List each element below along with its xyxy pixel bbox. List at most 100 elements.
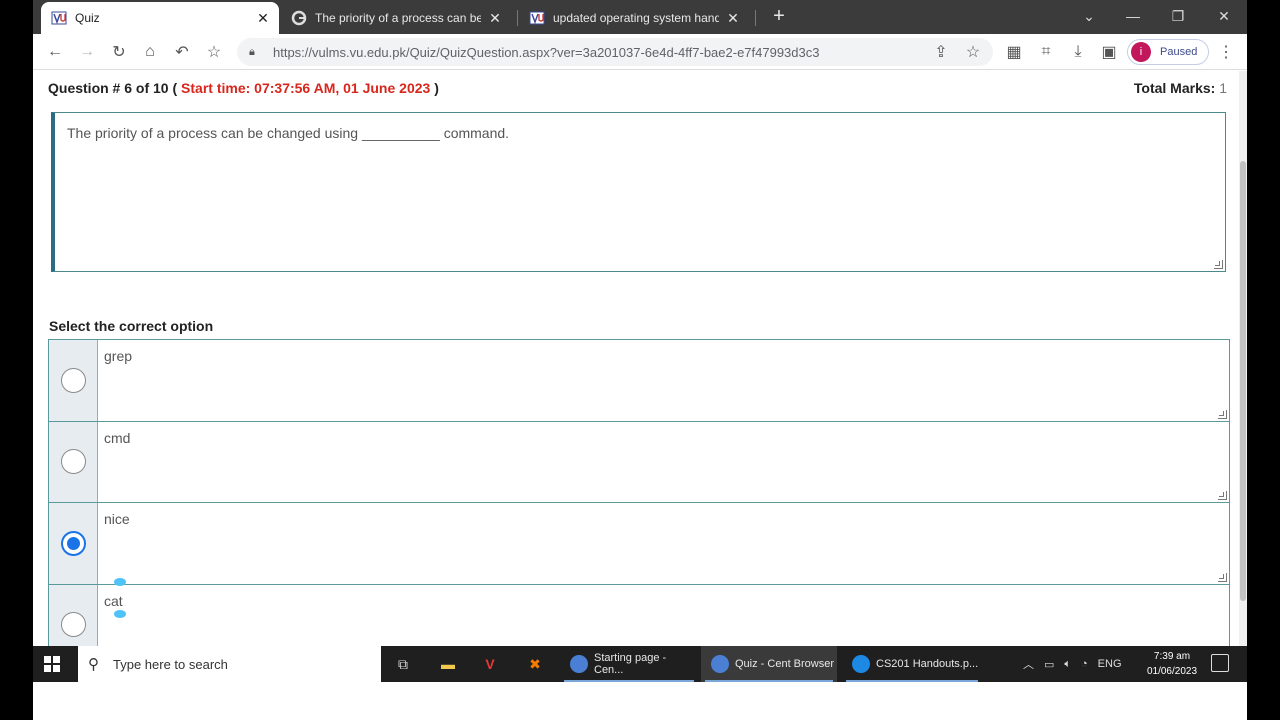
crop-icon[interactable]: ⌗ xyxy=(1034,40,1058,64)
close-icon[interactable]: ✕ xyxy=(487,10,503,26)
forward-arrow-icon[interactable]: → xyxy=(75,40,99,64)
radio-grep[interactable] xyxy=(60,367,86,393)
radio-nice[interactable] xyxy=(60,530,86,556)
restore-icon[interactable]: ❐ xyxy=(1164,4,1192,28)
option-textbox[interactable]: cat xyxy=(98,585,1229,647)
start-time: Start time: 07:37:56 AM, 01 June 2023 xyxy=(181,80,431,96)
options-list: grep cmd nice cat xyxy=(48,339,1230,646)
taskbar-app-label: CS201 Handouts.p... xyxy=(876,658,979,670)
home-icon[interactable]: ⌂ xyxy=(138,40,162,64)
extensions-icon[interactable]: ▦ xyxy=(1002,40,1026,64)
resize-grip-icon[interactable] xyxy=(1218,491,1227,500)
file-explorer-icon[interactable]: ▬ xyxy=(428,646,468,682)
window-close-icon[interactable]: ✕ xyxy=(1210,4,1238,28)
new-tab-plus-icon[interactable]: + xyxy=(769,6,789,26)
tab-title: The priority of a process can be c xyxy=(315,11,481,25)
xampp-icon[interactable]: ✖ xyxy=(515,646,555,682)
bottom-blank-area xyxy=(33,682,1247,720)
resize-grip-icon[interactable] xyxy=(1214,260,1223,269)
option-label: cat xyxy=(104,592,123,609)
option-textbox[interactable]: grep xyxy=(98,340,1229,421)
quiz-page: Question # 6 of 10 ( Start time: 07:37:5… xyxy=(33,71,1247,646)
address-bar[interactable]: 🔒︎ https://vulms.vu.edu.pk/Quiz/QuizQues… xyxy=(237,38,993,66)
cent-browser-icon xyxy=(570,655,588,673)
radio-cell xyxy=(49,584,98,646)
side-panel-icon[interactable]: ▣ xyxy=(1097,40,1121,64)
reload-icon[interactable]: ↻ xyxy=(107,40,131,64)
undo-icon[interactable]: ↶ xyxy=(170,40,194,64)
question-header: Question # 6 of 10 ( Start time: 07:37:5… xyxy=(48,80,439,96)
taskbar-search-box[interactable]: ⚲ Type here to search xyxy=(78,646,381,682)
select-option-label: Select the correct option xyxy=(49,318,214,334)
notification-icon[interactable] xyxy=(1211,654,1229,672)
radio-cmd[interactable] xyxy=(60,449,86,475)
profile-status: Paused xyxy=(1160,46,1198,58)
paren-open: ( xyxy=(172,80,178,96)
bookmark-page-star-icon[interactable]: ☆ xyxy=(961,40,985,64)
google-icon xyxy=(291,10,307,26)
tab-separator xyxy=(517,10,518,26)
speaker-muted-icon[interactable]: 🔈︎ xyxy=(1064,658,1071,671)
tab-title: updated operating system hando xyxy=(553,11,719,25)
option-textbox[interactable]: cmd xyxy=(98,422,1229,503)
radio-cell xyxy=(49,503,98,584)
resize-grip-icon[interactable] xyxy=(1218,572,1227,582)
battery-icon[interactable]: ▭ xyxy=(1044,658,1054,671)
pinned-app-v-icon[interactable]: V xyxy=(470,646,510,682)
radio-cell xyxy=(49,421,98,502)
task-view-icon[interactable]: ⧉ xyxy=(383,646,423,682)
chevron-up-icon[interactable]: ︿ xyxy=(1023,656,1034,672)
option-label: cmd xyxy=(104,429,131,446)
lock-icon: 🔒︎ xyxy=(249,45,255,58)
taskbar-app-quiz[interactable]: Quiz - Cent Browser xyxy=(701,646,837,682)
clock[interactable]: 7:39 am 01/06/2023 xyxy=(1137,649,1207,679)
scrollbar-thumb[interactable] xyxy=(1240,161,1246,601)
close-icon[interactable]: ✕ xyxy=(725,10,741,26)
bookmark-star-icon[interactable]: ☆ xyxy=(202,40,226,64)
mouse-cursor-marker xyxy=(114,609,126,618)
windows-start-icon[interactable] xyxy=(41,653,63,675)
menu-kebab-icon[interactable]: ⋮ xyxy=(1214,40,1238,64)
tab-strip: Quiz ✕ The priority of a process can be … xyxy=(33,0,1247,34)
taskbar-app-handouts[interactable]: CS201 Handouts.p... xyxy=(842,646,982,682)
radio-cat[interactable] xyxy=(60,612,86,638)
cent-browser-icon xyxy=(711,655,729,673)
resize-grip-icon[interactable] xyxy=(1218,409,1227,419)
option-textbox[interactable]: nice xyxy=(98,503,1229,584)
share-icon[interactable]: ⇪ xyxy=(929,40,953,64)
option-label: nice xyxy=(104,511,130,527)
vu-logo-icon xyxy=(51,10,67,26)
option-row-grep: grep xyxy=(49,340,1229,422)
total-marks-value: 1 xyxy=(1219,80,1227,96)
question-textbox[interactable]: The priority of a process can be changed… xyxy=(51,112,1226,272)
download-icon[interactable]: ⤓ xyxy=(1066,40,1090,64)
edge-icon xyxy=(852,655,870,673)
search-placeholder: Type here to search xyxy=(113,656,228,672)
total-marks-label: Total Marks: xyxy=(1133,80,1216,96)
wifi-icon[interactable]: ◔ xyxy=(1081,658,1088,670)
back-arrow-icon[interactable]: ← xyxy=(43,40,67,64)
vu-logo-icon xyxy=(529,10,545,26)
clock-date: 01/06/2023 xyxy=(1146,666,1198,677)
option-row-cmd: cmd xyxy=(49,421,1229,503)
minimize-icon[interactable]: — xyxy=(1119,4,1147,28)
page-scrollbar[interactable] xyxy=(1239,71,1247,646)
system-tray: ︿ ▭ 🔈︎ ◔ ENG xyxy=(1023,646,1132,682)
tab-handouts[interactable]: updated operating system hando ✕ xyxy=(519,2,749,34)
tab-search-chevron-icon[interactable]: ⌄ xyxy=(1075,4,1103,28)
clock-time: 7:39 am xyxy=(1153,651,1191,662)
close-icon[interactable]: ✕ xyxy=(255,10,271,26)
taskbar-app-label: Starting page - Cen... xyxy=(594,652,667,676)
tab-google-search[interactable]: The priority of a process can be c ✕ xyxy=(281,2,511,34)
profile-button[interactable]: i Paused xyxy=(1127,39,1209,65)
question-text: The priority of a process can be changed… xyxy=(67,125,510,141)
language-indicator[interactable]: ENG xyxy=(1098,658,1122,670)
option-label: grep xyxy=(104,348,133,364)
radio-cell xyxy=(49,340,98,421)
search-icon: ⚲ xyxy=(88,656,99,673)
tab-title: Quiz xyxy=(75,11,100,25)
taskbar-app-label: Quiz - Cent Browser xyxy=(735,658,835,670)
taskbar-app-starting-page[interactable]: Starting page - Cen... xyxy=(560,646,698,682)
tab-quiz[interactable]: Quiz ✕ xyxy=(41,2,279,34)
windows-taskbar: ⚲ Type here to search ⧉ ▬ V ✖ Starting p… xyxy=(33,646,1247,682)
